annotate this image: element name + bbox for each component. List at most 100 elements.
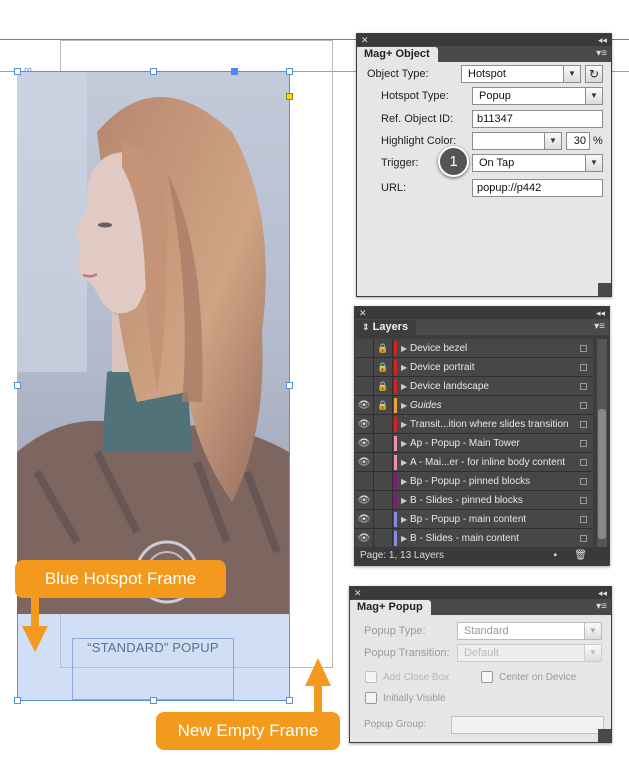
layer-row[interactable]: 👁 ▶ Transit...ition where slides transitio… xyxy=(355,415,593,434)
chevron-down-icon: ▼ xyxy=(585,88,602,104)
popup-transition-select[interactable]: Default ▼ xyxy=(457,644,602,662)
expand-triangle-icon[interactable]: ▶ xyxy=(401,377,407,396)
expand-triangle-icon[interactable]: ▶ xyxy=(401,472,407,491)
eye-icon[interactable]: 👁 xyxy=(355,396,374,415)
close-icon[interactable]: ✕ xyxy=(359,307,367,319)
panel-menu-icon[interactable]: ▾≡ xyxy=(596,48,607,59)
layer-row[interactable]: 👁 ▶ Ap - Popup - Main Tower xyxy=(355,434,593,453)
center-on-device-checkbox[interactable] xyxy=(481,671,493,683)
expand-triangle-icon[interactable]: ▶ xyxy=(401,434,407,453)
layer-target-box[interactable] xyxy=(580,497,587,504)
trigger-select[interactable]: On Tap ▼ xyxy=(472,154,603,172)
layer-row[interactable]: 👁 ▶ B - Slides - main content xyxy=(355,529,593,548)
layer-row[interactable]: 🔒 ▶ Device landscape xyxy=(355,377,593,396)
highlight-color-select[interactable]: ▼ xyxy=(472,132,562,150)
layer-target-box[interactable] xyxy=(580,383,587,390)
lock-empty-slot[interactable] xyxy=(374,491,393,510)
lock-empty-slot[interactable] xyxy=(374,453,393,472)
handle-top-center[interactable] xyxy=(150,68,157,75)
trash-icon[interactable]: 🗑 xyxy=(574,547,587,565)
layer-row[interactable]: 👁 ▶ B - Slides - pinned blocks xyxy=(355,491,593,510)
eye-hidden-slot[interactable] xyxy=(355,358,374,377)
ref-object-id-field[interactable]: b11347 xyxy=(472,110,603,128)
eye-hidden-slot[interactable] xyxy=(355,472,374,491)
eye-hidden-slot[interactable] xyxy=(355,339,374,358)
expand-triangle-icon[interactable]: ▶ xyxy=(401,415,407,434)
eye-hidden-slot[interactable] xyxy=(355,377,374,396)
layer-row[interactable]: 🔒 ▶ Device bezel xyxy=(355,339,593,358)
new-layer-icon[interactable]: ▪ xyxy=(553,547,557,565)
layers-footer: Page: 1, 13 Layers ▪ 🗑 xyxy=(355,547,609,565)
hotspot-type-select[interactable]: Popup ▼ xyxy=(472,87,603,105)
initially-visible-checkbox[interactable] xyxy=(365,692,377,704)
layer-target-box[interactable] xyxy=(580,535,587,542)
popup-type-select[interactable]: Standard ▼ xyxy=(457,622,602,640)
layer-target-box[interactable] xyxy=(580,478,587,485)
lock-empty-slot[interactable] xyxy=(374,510,393,529)
lock-empty-slot[interactable] xyxy=(374,472,393,491)
url-field[interactable]: popup://p442 xyxy=(472,179,603,197)
eye-icon[interactable]: 👁 xyxy=(355,453,374,472)
panel-menu-icon[interactable]: ▾≡ xyxy=(594,321,605,332)
eye-icon[interactable]: 👁 xyxy=(355,415,374,434)
handle-bottom-right[interactable] xyxy=(286,697,293,704)
layer-row[interactable]: ▶ Bp - Popup - pinned blocks xyxy=(355,472,593,491)
layer-target-box[interactable] xyxy=(580,440,587,447)
layer-target-box[interactable] xyxy=(580,402,587,409)
expand-triangle-icon[interactable]: ▶ xyxy=(401,453,407,472)
popup-group-field[interactable] xyxy=(451,716,604,734)
lock-icon[interactable]: 🔒 xyxy=(374,358,393,377)
lock-empty-slot[interactable] xyxy=(374,415,393,434)
tab-mag-object[interactable]: Mag+ Object xyxy=(357,47,438,62)
lock-icon[interactable]: 🔒 xyxy=(374,339,393,358)
layer-target-box[interactable] xyxy=(580,421,587,428)
expand-triangle-icon[interactable]: ▶ xyxy=(401,491,407,510)
handle-top-reference[interactable] xyxy=(231,68,238,75)
eye-icon[interactable]: 👁 xyxy=(355,491,374,510)
tab-mag-popup[interactable]: Mag+ Popup xyxy=(350,600,431,615)
layer-target-box[interactable] xyxy=(580,345,587,352)
expand-triangle-icon[interactable]: ▶ xyxy=(401,529,407,548)
layer-row[interactable]: 👁 ▶ A - Mai...er - for inline body content xyxy=(355,453,593,472)
lock-empty-slot[interactable] xyxy=(374,434,393,453)
handle-middle-right[interactable] xyxy=(286,382,293,389)
close-icon[interactable]: ✕ xyxy=(354,587,362,599)
expand-triangle-icon[interactable]: ▶ xyxy=(401,358,407,377)
handle-top-right[interactable] xyxy=(286,68,293,75)
handle-corner-options[interactable] xyxy=(286,93,293,100)
handle-middle-left[interactable] xyxy=(14,382,21,389)
lock-icon[interactable]: 🔒 xyxy=(374,396,393,415)
resize-grip[interactable] xyxy=(598,729,611,742)
eye-icon[interactable]: 👁 xyxy=(355,529,374,548)
layers-scroll-thumb[interactable] xyxy=(598,409,606,539)
handle-bottom-left[interactable] xyxy=(14,697,21,704)
lock-icon[interactable]: 🔒 xyxy=(374,377,393,396)
expand-triangle-icon[interactable]: ▶ xyxy=(401,396,407,415)
layer-row[interactable]: 👁 🔒 ▶ Guides xyxy=(355,396,593,415)
panel-menu-icon[interactable]: ▾≡ xyxy=(596,601,607,612)
tab-layers[interactable]: ⇕ Layers xyxy=(355,320,417,335)
expand-triangle-icon[interactable]: ▶ xyxy=(401,339,407,358)
layer-target-box[interactable] xyxy=(580,459,587,466)
expand-triangle-icon[interactable]: ▶ xyxy=(401,510,407,529)
add-close-box-checkbox[interactable] xyxy=(365,671,377,683)
layer-row[interactable]: 👁 ▶ Bp - Popup - main content xyxy=(355,510,593,529)
collapse-icon[interactable]: ◂◂ xyxy=(598,587,607,599)
layer-target-box[interactable] xyxy=(580,364,587,371)
close-icon[interactable]: ✕ xyxy=(361,34,369,46)
layer-target-box[interactable] xyxy=(580,516,587,523)
eye-icon[interactable]: 👁 xyxy=(355,434,374,453)
handle-top-left[interactable] xyxy=(14,68,21,75)
handle-bottom-center[interactable] xyxy=(150,697,157,704)
refresh-button[interactable]: ↻ xyxy=(585,65,603,83)
panel-tabbar: Mag+ Object ▾≡ xyxy=(357,46,611,62)
layers-scrollbar[interactable] xyxy=(597,339,607,548)
lock-empty-slot[interactable] xyxy=(374,529,393,548)
highlight-percent-field[interactable]: 30 xyxy=(566,132,590,150)
object-type-select[interactable]: Hotspot ▼ xyxy=(461,65,581,83)
collapse-icon[interactable]: ◂◂ xyxy=(596,307,605,319)
collapse-icon[interactable]: ◂◂ xyxy=(598,34,607,46)
eye-icon[interactable]: 👁 xyxy=(355,510,374,529)
layer-row[interactable]: 🔒 ▶ Device portrait xyxy=(355,358,593,377)
resize-grip[interactable] xyxy=(598,283,611,296)
